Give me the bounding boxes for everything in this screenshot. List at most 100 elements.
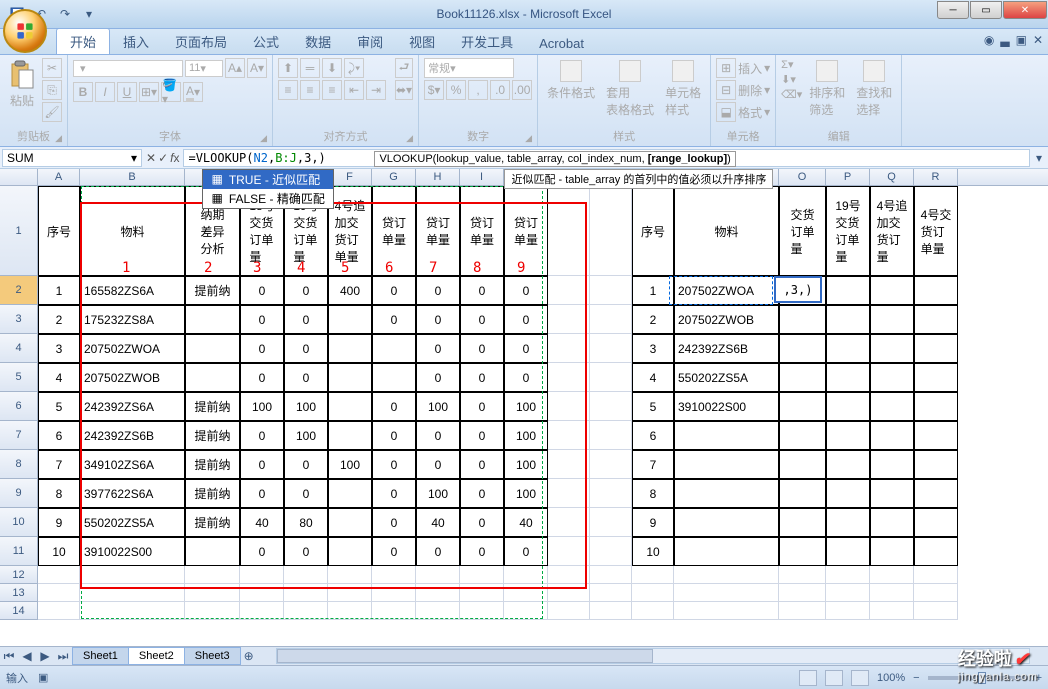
cell[interactable] [590,186,632,276]
cell[interactable] [548,276,590,305]
row-header[interactable]: 12 [0,566,38,584]
cell[interactable] [590,276,632,305]
colhead-I[interactable]: I [460,169,504,185]
cell[interactable]: 9 [38,508,80,537]
cell[interactable] [632,584,674,602]
number-launcher-icon[interactable]: ◢ [525,133,532,144]
cell[interactable] [870,566,914,584]
cell[interactable]: 242392ZS6B [80,421,185,450]
cell[interactable]: 序号 [38,186,80,276]
cell[interactable]: 0 [460,334,504,363]
cell[interactable] [548,421,590,450]
comma-icon[interactable]: , [468,80,488,100]
cell[interactable]: 4 [38,363,80,392]
cell[interactable] [548,334,590,363]
clipboard-launcher-icon[interactable]: ◢ [55,133,62,144]
indent-inc-icon[interactable]: ⇥ [366,80,386,100]
cell[interactable] [826,276,870,305]
cell[interactable]: 40 [416,508,460,537]
cell[interactable] [460,602,504,620]
cell[interactable] [548,305,590,334]
cell[interactable]: 0 [372,421,416,450]
cell[interactable]: 0 [460,450,504,479]
cell[interactable]: 0 [460,537,504,566]
cell[interactable] [38,584,80,602]
row-header[interactable]: 2 [0,276,38,305]
cell[interactable] [674,421,779,450]
cell[interactable] [185,363,240,392]
cell[interactable]: 2 [632,305,674,334]
cell[interactable]: 3 [38,334,80,363]
font-launcher-icon[interactable]: ◢ [260,133,267,144]
cell[interactable]: 3910022S00 [80,537,185,566]
autocomplete-false[interactable]: ▦FALSE - 精确匹配 [203,189,332,208]
autocomplete-true[interactable]: ▦TRUE - 近似匹配 [203,170,332,189]
cell[interactable] [590,602,632,620]
cell[interactable] [328,566,372,584]
tab-review[interactable]: 审阅 [344,29,396,54]
cell[interactable] [328,305,372,334]
cell[interactable] [590,450,632,479]
cell[interactable] [870,421,914,450]
sheet-tab[interactable]: Sheet1 [72,647,129,665]
cell[interactable]: 100 [416,392,460,421]
cell[interactable] [548,508,590,537]
cell[interactable] [779,508,826,537]
cell[interactable]: 0 [416,363,460,392]
cell[interactable]: 242392ZS6B [674,334,779,363]
qat-more-icon[interactable]: ▾ [79,4,99,24]
cell[interactable] [826,305,870,334]
colhead-R[interactable]: R [914,169,958,185]
cell[interactable]: 0 [240,537,284,566]
conditional-format-button[interactable]: 条件格式 [543,58,599,103]
row-header[interactable]: 4 [0,334,38,363]
cell[interactable] [185,537,240,566]
row-header[interactable]: 3 [0,305,38,334]
find-select-button[interactable]: 查找和 选择 [852,58,896,120]
select-all-corner[interactable] [0,169,38,185]
row-header[interactable]: 13 [0,584,38,602]
orientation-icon[interactable]: ⤸▾ [344,58,364,78]
cell[interactable]: 0 [240,450,284,479]
colhead-Q[interactable]: Q [870,169,914,185]
cell[interactable]: 2 [38,305,80,334]
cell[interactable] [185,566,240,584]
cell[interactable]: 207502ZWOB [80,363,185,392]
cell[interactable]: 349102ZS6A [80,450,185,479]
cell[interactable] [460,584,504,602]
horizontal-scrollbar[interactable] [276,648,1030,664]
align-right-icon[interactable]: ≡ [322,80,342,100]
cell[interactable] [185,334,240,363]
dec-decimal-icon[interactable]: .00 [512,80,532,100]
fill-color-icon[interactable]: 🪣▾ [161,82,181,102]
colhead-P[interactable]: P [826,169,870,185]
cell[interactable] [914,537,958,566]
cell[interactable] [548,537,590,566]
cell[interactable] [674,537,779,566]
cell[interactable]: 207502ZWOA [674,276,779,305]
format-cells-icon[interactable]: ⬓ [716,102,736,122]
cell[interactable] [590,392,632,421]
cell[interactable]: 0 [372,450,416,479]
cell[interactable] [914,602,958,620]
cell[interactable] [328,602,372,620]
cell-styles-button[interactable]: 单元格 样式 [661,58,705,120]
colhead-H[interactable]: H [416,169,460,185]
cell[interactable]: 100 [328,450,372,479]
cell[interactable] [674,584,779,602]
cell[interactable]: 提前纳 [185,450,240,479]
format-table-button[interactable]: 套用 表格格式 [602,58,658,120]
cell[interactable]: 0 [460,421,504,450]
cell[interactable]: 9 [632,508,674,537]
cell[interactable] [328,508,372,537]
cell[interactable]: 0 [416,305,460,334]
cell[interactable] [548,566,590,584]
cell[interactable]: 3 [632,334,674,363]
cell[interactable]: 0 [240,305,284,334]
cell[interactable]: 0 [460,276,504,305]
clear-icon[interactable]: ⌫▾ [781,88,802,101]
tab-data[interactable]: 数据 [292,29,344,54]
zoom-level[interactable]: 100% [877,672,905,684]
cell[interactable]: 40 [504,508,548,537]
cell[interactable] [590,566,632,584]
